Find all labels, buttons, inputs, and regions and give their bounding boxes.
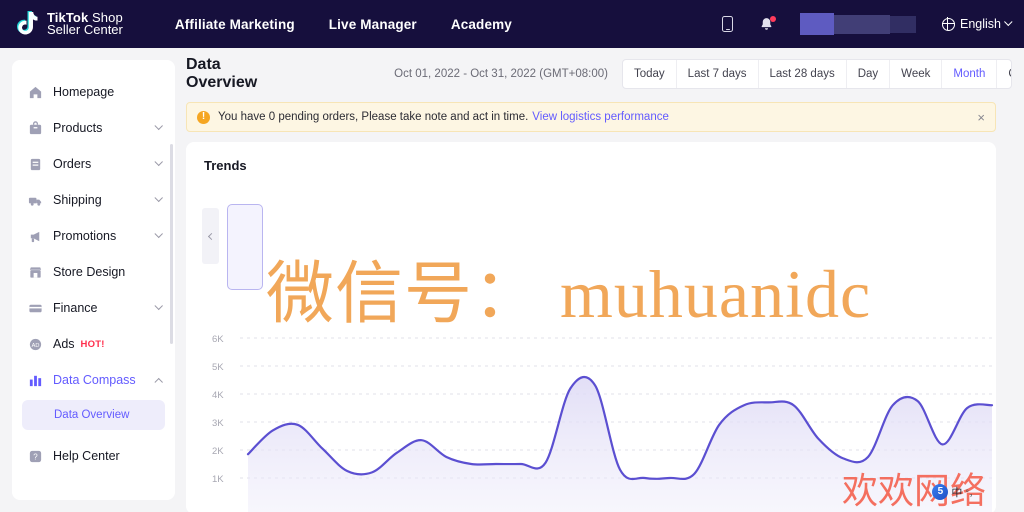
- hot-badge: HOT!: [80, 338, 105, 350]
- clipboard-icon: [28, 157, 43, 172]
- date-range-label: Oct 01, 2022 - Oct 31, 2022 (GMT+08:00): [394, 68, 608, 80]
- sidebar-label: Help Center: [53, 449, 120, 463]
- chevron-down-icon: [1004, 17, 1013, 27]
- notification-bell-button[interactable]: [759, 15, 776, 32]
- chart-svg: [240, 337, 994, 512]
- sidebar-item-store-design[interactable]: Store Design: [12, 254, 175, 290]
- chevron-down-icon: [154, 229, 163, 239]
- page-title: Data Overview: [186, 56, 258, 91]
- sidebar-label: Store Design: [53, 265, 126, 279]
- sidebar-item-promotions[interactable]: Promotions: [12, 218, 175, 254]
- main-content: Data Overview Oct 01, 2022 - Oct 31, 202…: [186, 52, 1012, 512]
- sidebar-label: Ads: [53, 337, 75, 351]
- filter-today[interactable]: Today: [623, 60, 677, 88]
- sidebar-scrollbar[interactable]: [170, 144, 173, 344]
- close-icon[interactable]: ×: [977, 111, 985, 124]
- nav-item-academy[interactable]: Academy: [451, 17, 512, 32]
- sidebar-subitem-data-overview[interactable]: Data Overview: [22, 400, 165, 430]
- y-tick-6k: 6K: [212, 334, 224, 345]
- sidebar-item-help-center[interactable]: ? Help Center: [12, 438, 175, 474]
- watermark-wechat: 微信号： muhuanidc: [266, 256, 872, 332]
- filter-day[interactable]: Day: [847, 60, 891, 88]
- filter-month[interactable]: Month: [942, 60, 998, 88]
- sidebar-item-homepage[interactable]: Homepage: [12, 74, 175, 110]
- brand-subtitle: Seller Center: [47, 22, 123, 37]
- filter-week[interactable]: Week: [890, 60, 943, 88]
- alert-message: You have 0 pending orders, Please take n…: [218, 111, 529, 123]
- sidebar-label: Products: [53, 121, 103, 135]
- help-icon: ?: [28, 449, 43, 464]
- chevron-down-icon: [154, 193, 163, 203]
- nav-item-affiliate-marketing[interactable]: Affiliate Marketing: [175, 17, 295, 32]
- sidebar-sublabel: Data Overview: [54, 409, 130, 421]
- view-logistics-performance-link[interactable]: View logistics performance: [532, 111, 669, 123]
- storefront-icon: [28, 265, 43, 280]
- sidebar-label: Data Compass: [53, 373, 136, 387]
- y-tick-2k: 2K: [212, 446, 224, 457]
- svg-text:AD: AD: [32, 342, 40, 348]
- svg-text:?: ?: [33, 452, 38, 461]
- sidebar-label: Homepage: [53, 85, 115, 99]
- date-filter-group: Today Last 7 days Last 28 days Day Week …: [621, 59, 1012, 89]
- sidebar-item-ads[interactable]: AD Ads HOT!: [12, 326, 175, 362]
- megaphone-icon: [28, 229, 43, 244]
- nav-item-live-manager[interactable]: Live Manager: [329, 17, 417, 32]
- page-header: Data Overview Oct 01, 2022 - Oct 31, 202…: [186, 52, 1012, 96]
- sidebar-item-shipping[interactable]: Shipping: [12, 182, 175, 218]
- notification-badge-dot: [770, 15, 776, 22]
- card-title: Trends: [204, 158, 247, 173]
- chevron-left-icon: [207, 232, 216, 240]
- sidebar-item-products[interactable]: Products: [12, 110, 175, 146]
- nav-right-cluster: English: [722, 0, 1013, 48]
- card-icon: [28, 301, 43, 316]
- language-selector[interactable]: English: [941, 17, 1013, 31]
- warning-icon: [197, 110, 210, 124]
- y-tick-5k: 5K: [212, 362, 224, 373]
- chevron-down-icon: [154, 121, 163, 131]
- ads-icon: AD: [28, 337, 43, 352]
- top-navigation-bar: TikTok Shop Seller Center Affiliate Mark…: [0, 0, 1024, 48]
- brand-logo[interactable]: TikTok Shop Seller Center: [14, 10, 123, 38]
- sidebar-item-finance[interactable]: Finance: [12, 290, 175, 326]
- pending-orders-alert: You have 0 pending orders, Please take n…: [186, 102, 996, 132]
- filter-last-28-days[interactable]: Last 28 days: [759, 60, 847, 88]
- carousel-prev-button[interactable]: [202, 208, 219, 264]
- brand-text: TikTok Shop Seller Center: [47, 11, 123, 37]
- bag-icon: [28, 120, 43, 136]
- phone-icon[interactable]: [722, 16, 733, 32]
- sidebar-label: Promotions: [53, 229, 117, 243]
- sidebar-item-orders[interactable]: Orders: [12, 146, 175, 182]
- tiktok-note-icon: [14, 10, 40, 38]
- y-tick-3k: 3K: [212, 418, 224, 429]
- sidebar-label: Shipping: [53, 193, 102, 207]
- bar-chart-icon: [28, 373, 43, 388]
- main-menu: Affiliate Marketing Live Manager Academy: [175, 17, 512, 32]
- globe-icon: [941, 17, 955, 31]
- truck-icon: [28, 193, 43, 208]
- language-label: English: [960, 17, 1001, 31]
- sidebar-label: Orders: [53, 157, 92, 171]
- chevron-down-icon: [154, 301, 163, 311]
- trends-chart: 6K 5K 4K 3K 2K 1K: [186, 332, 996, 512]
- filter-custom[interactable]: Custom: [997, 60, 1011, 88]
- trends-card: Trends 6K 5K 4K 3K 2K 1K 微信号： muhuanidc …: [186, 142, 996, 512]
- home-icon: [28, 85, 43, 100]
- y-tick-4k: 4K: [212, 390, 224, 401]
- chevron-up-icon: [154, 377, 163, 387]
- y-tick-1k: 1K: [212, 474, 224, 485]
- sidebar-item-data-compass[interactable]: Data Compass: [12, 362, 175, 398]
- account-area-redacted[interactable]: [800, 13, 916, 35]
- metric-card-selected[interactable]: [227, 204, 263, 290]
- sidebar-label: Finance: [53, 301, 98, 315]
- filter-last-7-days[interactable]: Last 7 days: [677, 60, 759, 88]
- sidebar: Homepage Products Orders Shipping Promot…: [12, 60, 175, 500]
- chevron-down-icon: [154, 157, 163, 167]
- app-root: TikTok Shop Seller Center Affiliate Mark…: [0, 0, 1024, 512]
